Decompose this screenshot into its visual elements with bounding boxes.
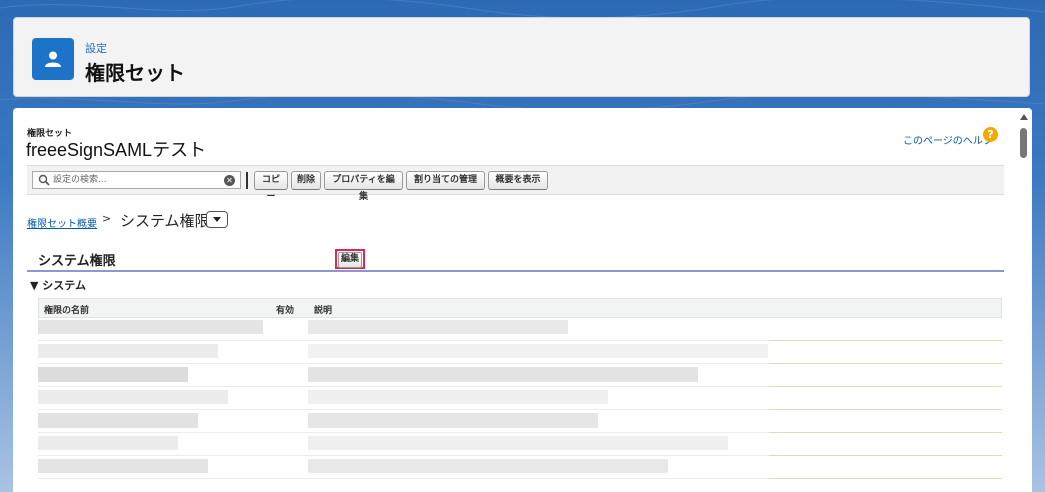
table-row xyxy=(38,456,1002,479)
action-toolbar: ✕ コピー 削除 プロパティを編集 割り当ての管理 概要を表示 xyxy=(27,165,1004,202)
breadcrumb-overview-link[interactable]: 権限セット概要 xyxy=(27,215,97,230)
table-row xyxy=(38,410,1002,433)
column-header-description: 説明 xyxy=(314,306,333,316)
section-divider xyxy=(27,270,1004,272)
search-icon xyxy=(38,174,50,186)
permissions-table: 権限の名前 有効 説明 xyxy=(38,298,1002,492)
user-icon xyxy=(32,38,74,80)
vertical-scrollbar[interactable] xyxy=(1016,108,1032,492)
scrollbar-thumb[interactable] xyxy=(1020,128,1027,158)
record-name: freeeSignSAMLテスト xyxy=(26,140,207,160)
column-header-enabled: 有効 xyxy=(276,306,295,316)
clear-search-icon[interactable]: ✕ xyxy=(224,175,235,186)
scroll-up-icon[interactable] xyxy=(1020,114,1028,120)
toolbar-divider xyxy=(246,172,248,189)
help-link[interactable]: このページのヘルプ xyxy=(903,132,993,147)
table-header: 権限の名前 有効 説明 xyxy=(38,298,1002,318)
breadcrumb-separator: > xyxy=(102,212,112,225)
search-field[interactable]: ✕ xyxy=(32,171,241,189)
search-input[interactable] xyxy=(53,173,213,187)
delete-button[interactable]: 削除 xyxy=(291,171,321,190)
page-title: 権限セット xyxy=(85,61,185,85)
chevron-down-icon xyxy=(213,217,221,222)
main-panel: 権限セット freeeSignSAMLテスト このページのヘルプ ? ✕ コピー… xyxy=(13,108,1032,492)
header-eyebrow: 設定 xyxy=(85,42,107,55)
table-row xyxy=(38,387,1002,410)
help-icon[interactable]: ? xyxy=(983,127,998,142)
manage-assignments-button[interactable]: 割り当ての管理 xyxy=(406,171,485,190)
copy-button[interactable]: コピー xyxy=(254,171,288,202)
column-header-name: 権限の名前 xyxy=(44,306,90,316)
section-title: システム権限 xyxy=(38,254,116,269)
edit-button[interactable]: 編集 xyxy=(335,249,365,269)
page-header: 設定 権限セット xyxy=(13,17,1030,97)
table-row xyxy=(38,341,1002,364)
section-dropdown-button[interactable] xyxy=(206,211,228,228)
table-row xyxy=(38,433,1002,456)
edit-button-label: 編集 xyxy=(338,252,362,268)
view-summary-button[interactable]: 概要を表示 xyxy=(488,171,548,190)
breadcrumb-current: システム権限 xyxy=(120,212,210,230)
table-row xyxy=(38,318,1002,341)
edit-properties-button[interactable]: プロパティを編集 xyxy=(324,171,403,202)
subsection-toggle-system[interactable]: ▼ システム xyxy=(30,277,86,293)
table-row xyxy=(38,364,1002,387)
